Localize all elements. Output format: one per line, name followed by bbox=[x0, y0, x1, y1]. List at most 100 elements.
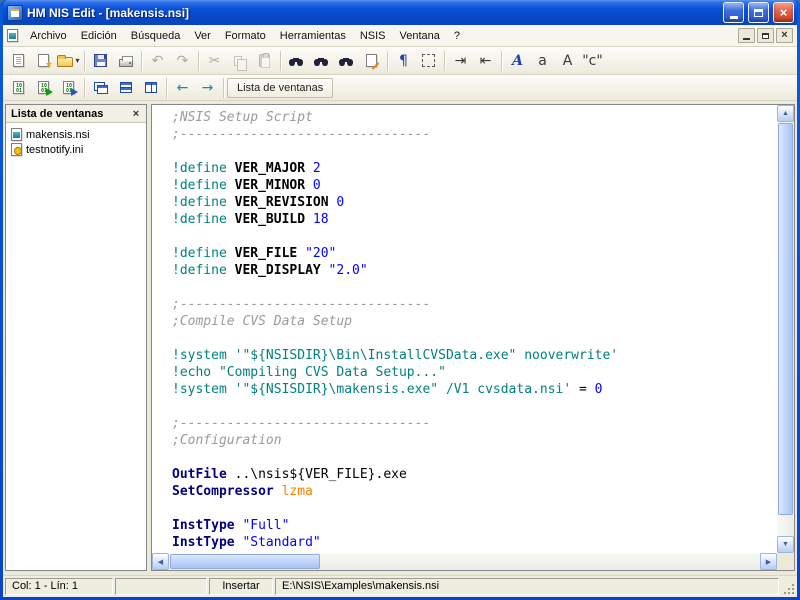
scroll-left-button[interactable]: ◀ bbox=[152, 553, 169, 570]
print-button[interactable] bbox=[113, 50, 138, 72]
compile-script-button[interactable] bbox=[6, 77, 31, 99]
show-special-chars-icon: ¶ bbox=[399, 54, 408, 68]
window-list-item-makensis-nsi[interactable]: makensis.nsi bbox=[8, 127, 144, 142]
undo-icon: ↶ bbox=[152, 54, 164, 68]
font-lowercase-button[interactable]: a bbox=[530, 50, 555, 72]
resize-grip[interactable] bbox=[779, 578, 795, 595]
undo-button[interactable]: ↶ bbox=[145, 50, 170, 72]
font-italic-button[interactable]: A bbox=[505, 50, 530, 72]
save-file-button[interactable] bbox=[88, 50, 113, 72]
code-line: !define VER_REVISION 0 bbox=[172, 194, 777, 211]
app-window: HM NIS Edit - [makensis.nsi] × ArchivoEd… bbox=[0, 0, 800, 600]
run-installer-button[interactable] bbox=[56, 77, 81, 99]
code-line bbox=[172, 330, 777, 347]
menu-nsis[interactable]: NSIS bbox=[353, 27, 393, 45]
menu-busqueda[interactable]: Búsqueda bbox=[124, 27, 188, 45]
code-editor[interactable]: ;NSIS Setup Script;---------------------… bbox=[152, 105, 777, 553]
new-script-wizard-button[interactable] bbox=[31, 50, 56, 72]
menu-archivo[interactable]: Archivo bbox=[23, 27, 74, 45]
navigate-back-button[interactable]: ← bbox=[170, 77, 195, 99]
toolbar-separator bbox=[280, 51, 281, 71]
scroll-down-button[interactable]: ▼ bbox=[777, 536, 794, 553]
copy-icon bbox=[234, 56, 242, 66]
select-all-button[interactable] bbox=[416, 50, 441, 72]
horizontal-scrollbar[interactable]: ◀ ▶ bbox=[152, 553, 777, 570]
code-line: !define VER_MAJOR 2 bbox=[172, 160, 777, 177]
window-list-button[interactable]: Lista de ventanas bbox=[227, 78, 333, 98]
find-button[interactable] bbox=[284, 50, 309, 72]
status-panel-1 bbox=[115, 578, 207, 595]
indent-button[interactable]: ⇥ bbox=[448, 50, 473, 72]
outdent-button[interactable]: ⇤ bbox=[473, 50, 498, 72]
scroll-right-button[interactable]: ▶ bbox=[760, 553, 777, 570]
scroll-down-icon: ▼ bbox=[782, 541, 789, 548]
find-next-icon bbox=[314, 58, 329, 67]
menu-ventana[interactable]: Ventana bbox=[393, 27, 447, 45]
run-installer-icon bbox=[63, 81, 74, 94]
menu-herramientas[interactable]: Herramientas bbox=[273, 27, 353, 45]
show-special-chars-button[interactable]: ¶ bbox=[391, 50, 416, 72]
mdi-restore-button[interactable] bbox=[757, 28, 774, 43]
cascade-windows-button[interactable] bbox=[88, 77, 113, 99]
find-icon bbox=[289, 58, 304, 67]
mdi-minimize-button[interactable] bbox=[738, 28, 755, 43]
compile-and-run-icon bbox=[38, 81, 49, 94]
maximize-icon bbox=[754, 9, 763, 17]
cut-button[interactable]: ✂ bbox=[202, 50, 227, 72]
maximize-button[interactable] bbox=[748, 2, 769, 23]
outdent-icon: ⇤ bbox=[480, 54, 492, 68]
toolbar-separator bbox=[223, 78, 224, 98]
panel-header: Lista de ventanas × bbox=[6, 105, 146, 123]
close-button[interactable]: × bbox=[773, 2, 794, 23]
menu-ver[interactable]: Ver bbox=[187, 27, 218, 45]
scroll-right-icon: ▶ bbox=[766, 558, 771, 566]
redo-icon: ↷ bbox=[177, 54, 189, 68]
window-body: ArchivoEdiciónBúsquedaVerFormatoHerramie… bbox=[3, 25, 797, 597]
find-next-button[interactable] bbox=[309, 50, 334, 72]
mdi-window-buttons: × bbox=[738, 28, 793, 43]
tile-horizontal-button[interactable] bbox=[113, 77, 138, 99]
mdi-close-button[interactable]: × bbox=[776, 28, 793, 43]
vertical-scroll-thumb[interactable] bbox=[778, 123, 793, 515]
panel-close-button[interactable]: × bbox=[129, 108, 143, 120]
new-file-button[interactable] bbox=[6, 50, 31, 72]
tile-vertical-icon bbox=[145, 82, 157, 93]
quote-char-icon: "c" bbox=[582, 54, 603, 68]
open-file-dropdown-arrow[interactable]: ▾ bbox=[75, 56, 79, 65]
horizontal-scroll-thumb[interactable] bbox=[170, 554, 320, 569]
select-all-icon bbox=[422, 54, 435, 67]
workspace: Lista de ventanas × makensis.nsitestnoti… bbox=[3, 101, 797, 575]
code-line: ;-------------------------------- bbox=[172, 415, 777, 432]
scroll-up-button[interactable]: ▲ bbox=[777, 105, 794, 122]
secondary-toolbar: ←→ Lista de ventanas bbox=[3, 75, 797, 101]
open-file-icon bbox=[57, 57, 73, 67]
scrollbar-corner bbox=[777, 553, 794, 570]
font-uppercase-button[interactable]: A bbox=[555, 50, 580, 72]
copy-button[interactable] bbox=[227, 50, 252, 72]
window-list-item-testnotify-ini[interactable]: testnotify.ini bbox=[8, 142, 144, 157]
compile-and-run-button[interactable] bbox=[31, 77, 56, 99]
redo-button[interactable]: ↷ bbox=[170, 50, 195, 72]
compile-script-icon bbox=[13, 81, 24, 94]
quote-char-button[interactable]: "c" bbox=[580, 50, 605, 72]
toolbar-separator bbox=[198, 51, 199, 71]
minimize-button[interactable] bbox=[723, 2, 744, 23]
code-line: OutFile ..\nsis${VER_FILE}.exe bbox=[172, 466, 777, 483]
code-line: InstType "Full" bbox=[172, 517, 777, 534]
replace-button[interactable] bbox=[334, 50, 359, 72]
vertical-scrollbar[interactable]: ▲ ▼ bbox=[777, 105, 794, 553]
title-bar[interactable]: HM NIS Edit - [makensis.nsi] × bbox=[3, 0, 797, 25]
editor-area: ;NSIS Setup Script;---------------------… bbox=[151, 104, 795, 571]
open-file-button[interactable]: ▾ bbox=[56, 50, 81, 72]
menu-help[interactable]: ? bbox=[447, 27, 467, 45]
code-line: ;-------------------------------- bbox=[172, 126, 777, 143]
toolbar-separator bbox=[84, 78, 85, 98]
goto-line-button[interactable] bbox=[359, 50, 384, 72]
tile-vertical-button[interactable] bbox=[138, 77, 163, 99]
menu-edicion[interactable]: Edición bbox=[74, 27, 124, 45]
toolbar-separator bbox=[84, 51, 85, 71]
menu-formato[interactable]: Formato bbox=[218, 27, 273, 45]
code-line: !echo "Compiling CVS Data Setup..." bbox=[172, 364, 777, 381]
navigate-forward-button[interactable]: → bbox=[195, 77, 220, 99]
paste-button[interactable] bbox=[252, 50, 277, 72]
